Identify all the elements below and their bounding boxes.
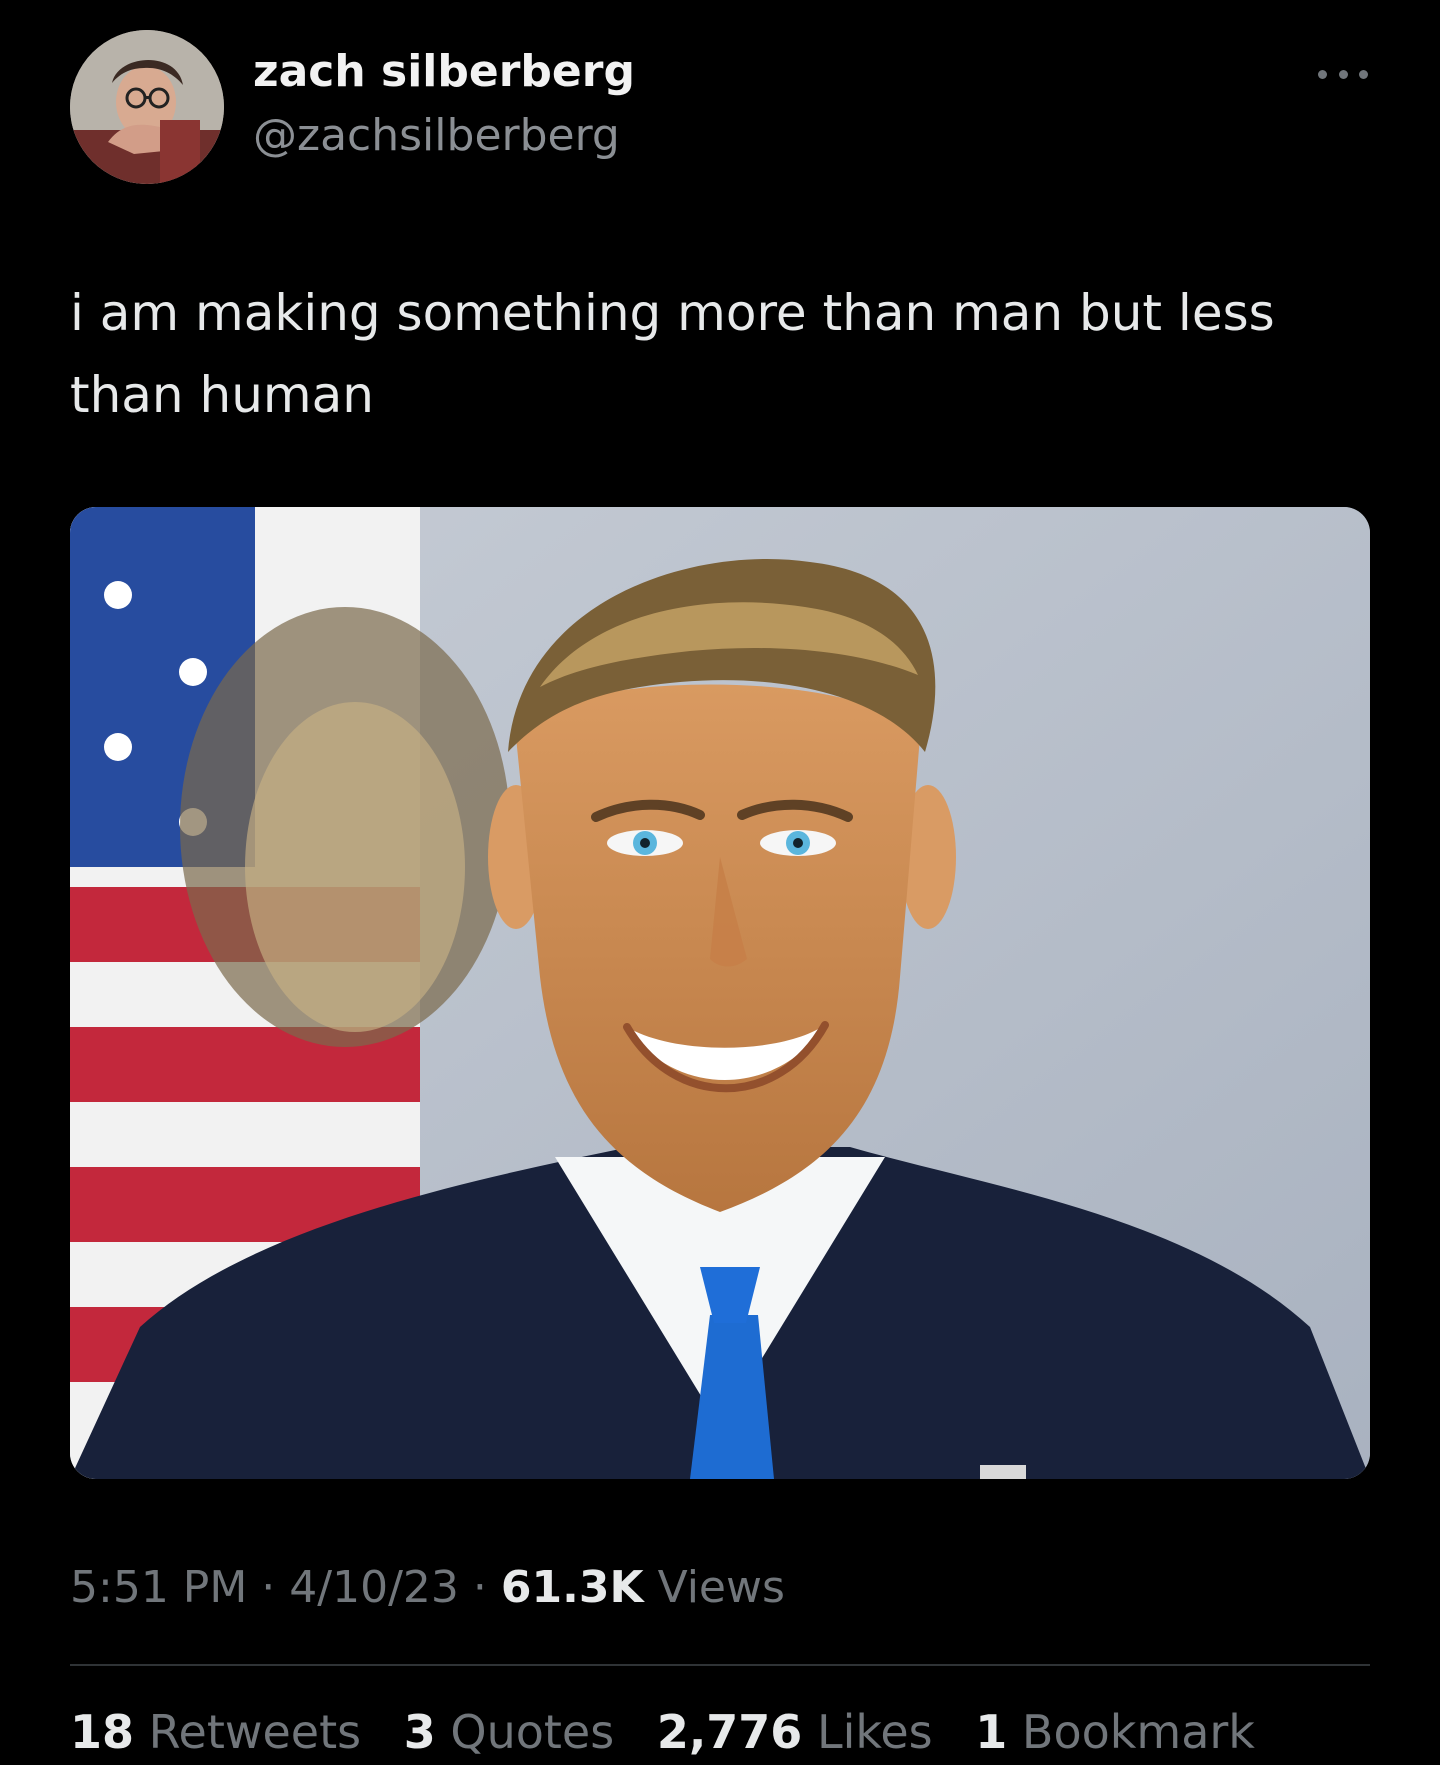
bookmarks-stat[interactable]: 1 Bookmark	[975, 1705, 1255, 1759]
avatar-image	[70, 30, 224, 184]
views-count: 61.3K	[500, 1562, 644, 1613]
more-dot-icon	[1318, 69, 1327, 79]
tweet-text: i am making something more than man but …	[70, 284, 1275, 424]
meta-separator: ·	[472, 1562, 487, 1613]
tweet-date[interactable]: 4/10/23	[289, 1562, 459, 1613]
likes-stat[interactable]: 2,776 Likes	[657, 1705, 947, 1759]
bookmarks-count: 1	[975, 1705, 1008, 1759]
retweets-count: 18	[70, 1705, 135, 1759]
likes-label: Likes	[816, 1705, 933, 1759]
likes-count: 2,776	[656, 1705, 803, 1759]
more-dot-icon	[1338, 69, 1348, 79]
tweet-photo[interactable]	[70, 507, 1370, 1479]
more-options-icon[interactable]	[1318, 62, 1368, 86]
bookmarks-label: Bookmark	[1021, 1705, 1255, 1759]
tweet-stats: 18 Retweets 3 Quotes 2,776 Likes 1 Bookm…	[70, 1705, 1283, 1759]
tweet-time: 5:51 PM	[70, 1562, 248, 1613]
meta-separator: ·	[261, 1562, 276, 1613]
more-dot-icon	[1359, 69, 1368, 79]
quotes-stat[interactable]: 3 Quotes	[404, 1705, 629, 1759]
divider	[70, 1664, 1370, 1666]
avatar[interactable]	[70, 30, 224, 184]
tweet-metadata: 5:51 PM · 4/10/23 · 61.3K Views	[70, 1562, 785, 1613]
quotes-count: 3	[403, 1705, 436, 1759]
retweets-label: Retweets	[148, 1705, 362, 1759]
quotes-label: Quotes	[450, 1705, 615, 1759]
views-label: Views	[657, 1562, 785, 1613]
retweets-stat[interactable]: 18 Retweets	[70, 1705, 376, 1759]
display-name[interactable]: zach silberberg	[253, 46, 635, 97]
user-handle[interactable]: @zachsilberberg	[253, 110, 620, 161]
portrait-image	[70, 507, 1370, 1479]
